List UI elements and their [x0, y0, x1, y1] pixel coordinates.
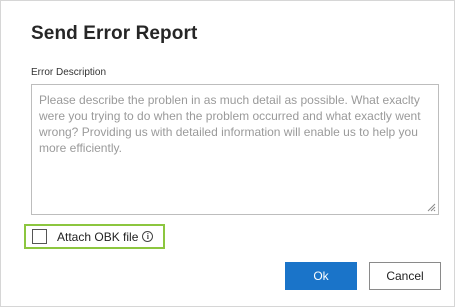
cancel-button[interactable]: Cancel: [369, 262, 441, 290]
attach-obk-file-option: Attach OBK file i: [24, 224, 165, 249]
ok-button[interactable]: Ok: [285, 262, 357, 290]
error-description-box: [31, 84, 439, 215]
dialog-title: Send Error Report: [31, 23, 198, 44]
send-error-report-dialog: Send Error Report Error Description Atta…: [0, 0, 455, 307]
attach-obk-checkbox[interactable]: [32, 229, 47, 244]
resize-grip-icon[interactable]: [427, 203, 436, 212]
error-description-field[interactable]: [32, 85, 438, 214]
attach-obk-label[interactable]: Attach OBK file: [57, 230, 138, 244]
info-icon[interactable]: i: [142, 231, 154, 242]
error-description-label: Error Description: [31, 67, 107, 78]
